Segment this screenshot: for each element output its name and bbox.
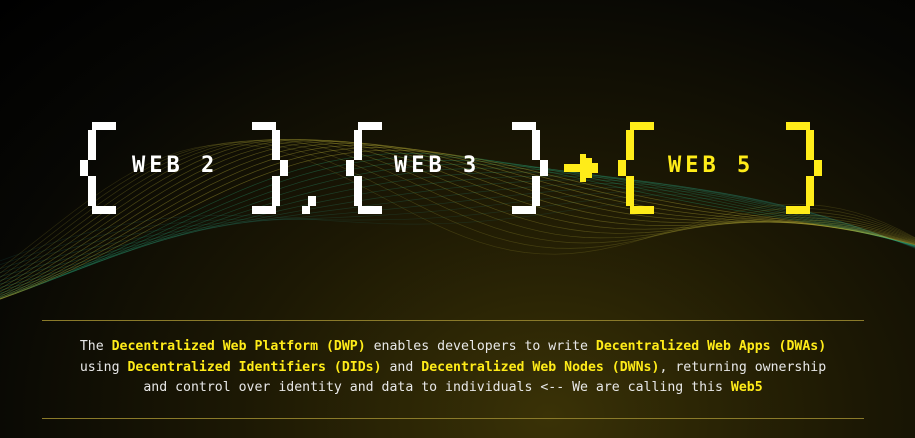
wave-line [0,186,915,273]
right-arrow-icon [564,154,598,182]
separator-comma: , [302,196,318,220]
web3-left-brace [346,122,382,214]
web2-right-brace [252,122,288,214]
dwp-term: Decentralized Web Platform (DWP) [111,339,366,354]
wave-line [0,179,915,281]
bottom-divider [42,418,864,419]
wave-line [0,175,915,285]
wave-line [0,190,915,269]
web3-right-brace [512,122,548,214]
description-paragraph: The Decentralized Web Platform (DWP) ena… [79,339,827,395]
wave-line [0,167,915,291]
comma-glyph-icon [302,196,316,214]
web2-left-brace [80,122,116,214]
web5-term: Web5 [730,380,763,395]
did-term: Decentralized Identifiers (DIDs) [127,359,382,375]
web5-label: WEB 5 [668,153,755,178]
web5-left-brace [618,122,654,214]
dwa-term: Decentralized Web Apps (DWAs) [595,339,827,354]
wave-line [0,183,915,277]
top-divider [42,320,864,321]
web5-right-brace [786,122,822,214]
web3-label: WEB 3 [394,153,481,178]
dwn-term: Decentralized Web Nodes (DWNs) [421,359,660,375]
web2-label: WEB 2 [132,153,219,178]
